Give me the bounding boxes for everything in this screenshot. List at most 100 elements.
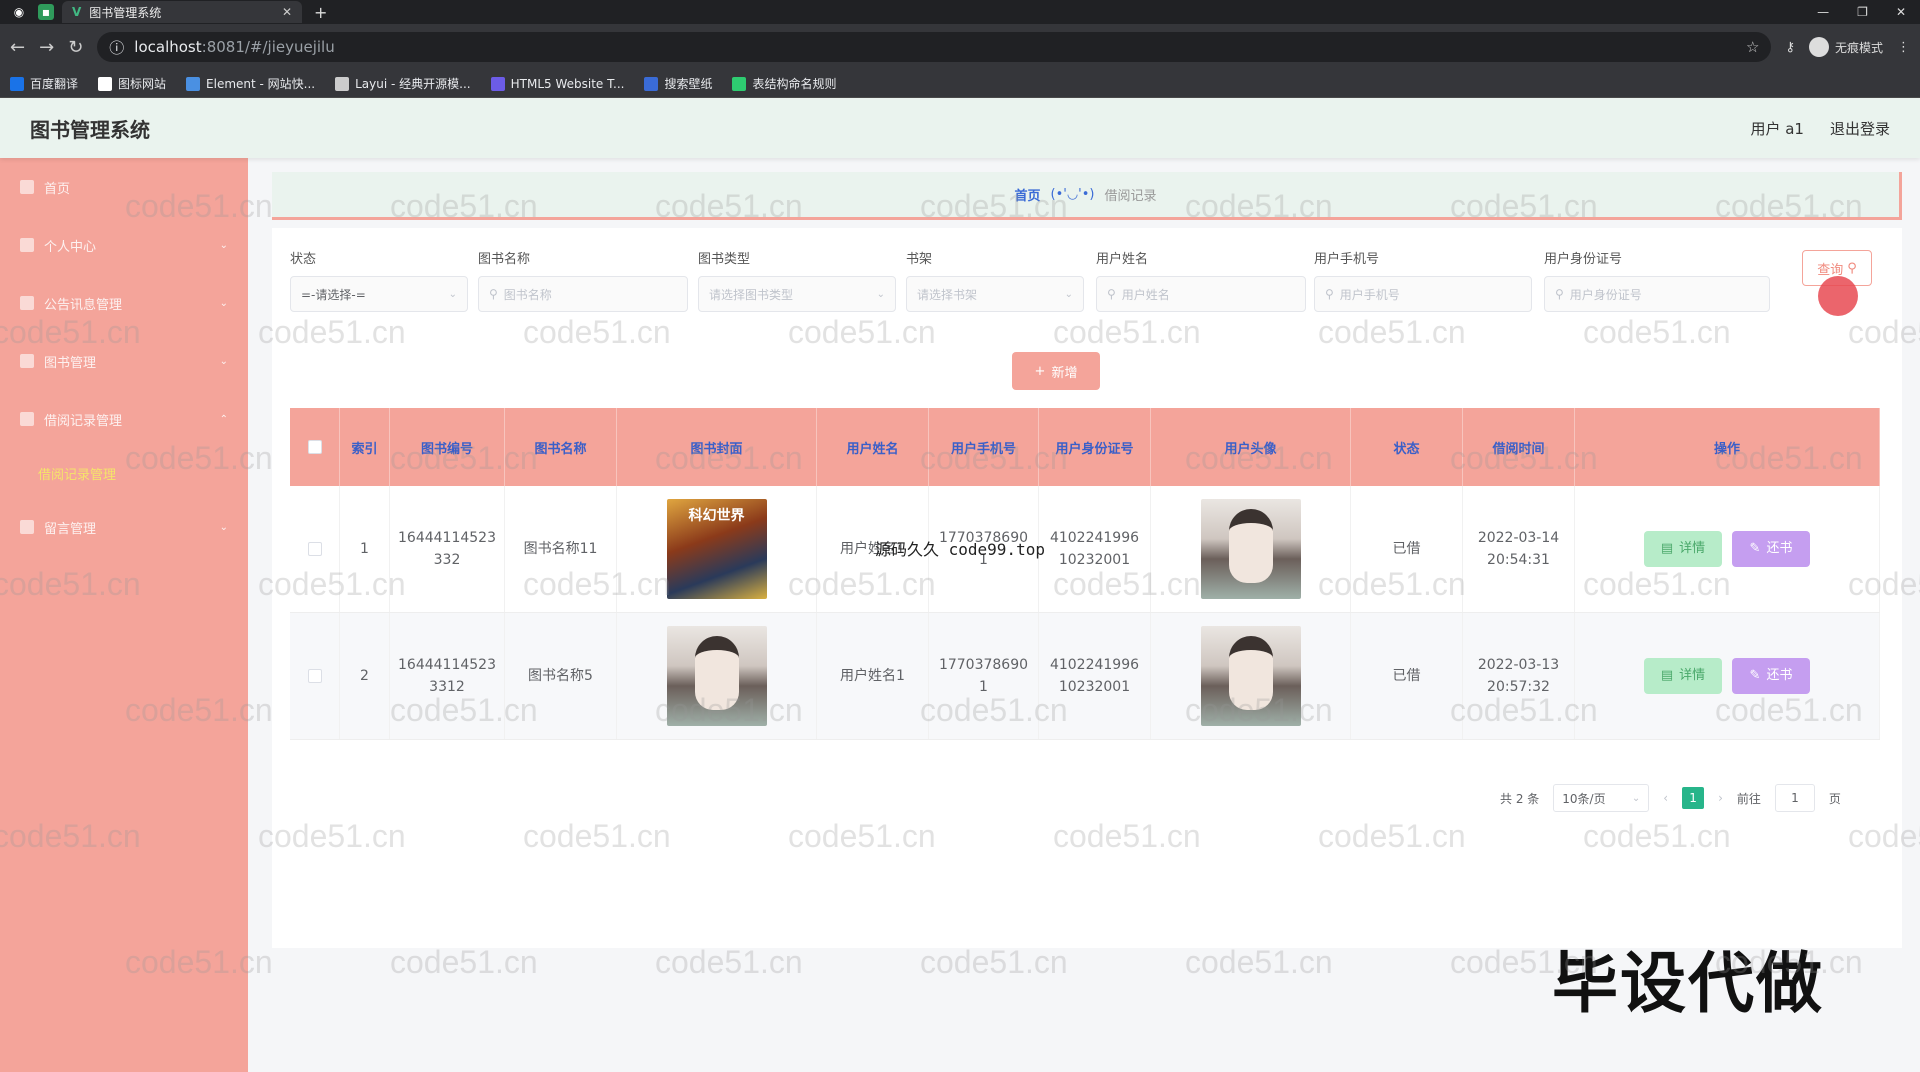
sidebar-item-label: 借阅记录管理 [44, 413, 123, 429]
notice-icon [20, 296, 34, 310]
bookmark-item[interactable]: 图标网站 [98, 75, 166, 92]
cell-phone: 1770378690 1 [929, 613, 1039, 739]
table-row: 1 16444114523 332 图书名称11 科幻世界 用户姓名1 1770… [290, 486, 1880, 613]
user-phone-input[interactable]: ⚲ 用户手机号 [1314, 276, 1532, 312]
select-all-checkbox[interactable] [307, 440, 322, 454]
bookmark-item[interactable]: 搜索壁纸 [644, 75, 712, 92]
sidebar-item-messages[interactable]: 留言管理 ⌄ [0, 498, 248, 556]
bookmark-item[interactable]: Element - 网站快... [186, 75, 315, 92]
prev-page-icon[interactable]: ‹ [1663, 791, 1668, 805]
home-icon [20, 180, 34, 194]
return-button[interactable]: ✎ 还书 [1732, 658, 1810, 694]
cell-time: 2022-03-13 20:57:32 [1463, 613, 1575, 739]
app-tab-icon[interactable]: ▪ [38, 4, 54, 20]
bookmark-icon [644, 76, 659, 91]
bookmark-item[interactable]: Layui - 经典开源模... [335, 75, 471, 92]
row-checkbox[interactable] [307, 542, 322, 556]
user-id-input[interactable]: ⚲ 用户身份证号 [1544, 276, 1770, 312]
back-icon[interactable]: ← [10, 37, 25, 58]
next-page-icon[interactable]: › [1718, 791, 1723, 805]
status-select[interactable]: =-请选择-= ⌄ [290, 276, 468, 312]
new-tab-icon[interactable]: + [314, 3, 327, 22]
key-icon[interactable]: ⚷ [1785, 40, 1795, 55]
more-menu-icon[interactable]: ⋮ [1897, 40, 1910, 55]
column-header[interactable]: 图书编号 [390, 408, 505, 486]
shelf-select[interactable]: 请选择书架 ⌄ [906, 276, 1084, 312]
bookmark-star-icon[interactable]: ☆ [1746, 38, 1759, 56]
url-host: localhost [134, 38, 202, 56]
restore-icon[interactable]: ❐ [1857, 5, 1868, 19]
goto-page-input[interactable]: 1 [1774, 784, 1815, 812]
sidebar-item-label: 个人中心 [44, 239, 97, 255]
minimize-icon[interactable]: — [1817, 5, 1829, 19]
edit-icon: ✎ [1749, 668, 1761, 683]
incognito-indicator[interactable]: 无痕模式 [1808, 37, 1883, 57]
bookmark-label: Element - 网站快... [206, 77, 316, 91]
filter-status: 状态 =-请选择-= ⌄ [290, 248, 468, 312]
address-bar: ← → ↻ ⓘ localhost:8081/#/jieyuejilu ☆ ⚷ … [0, 24, 1920, 70]
sidebar: 首页 个人中心 ⌄ 公告讯息管理 ⌄ 图书管理 ⌄ 借阅记录管理 ⌃ 借阅记录管… [0, 158, 248, 1072]
forward-icon[interactable]: → [39, 37, 54, 58]
bookmark-item[interactable]: HTML5 Website T... [490, 76, 624, 91]
chevron-down-icon: ⌄ [219, 239, 228, 251]
filter-user-name: 用户姓名 ⚲ 用户姓名 [1096, 248, 1306, 312]
column-header[interactable]: 图书封面 [617, 408, 817, 486]
detail-button[interactable]: ▤ 详情 [1644, 658, 1722, 694]
reload-icon[interactable]: ↻ [68, 37, 83, 58]
page-size-select[interactable]: 10条/页 ⌄ [1553, 784, 1650, 812]
column-header[interactable]: 借阅时间 [1463, 408, 1575, 486]
column-header[interactable]: 图书名称 [505, 408, 617, 486]
chevron-down-icon: ⌄ [1064, 288, 1073, 300]
user-avatar-image [1200, 626, 1301, 726]
incognito-icon [1808, 37, 1829, 57]
bookmark-item[interactable]: 表结构命名规则 [732, 75, 836, 92]
bookmark-label: 表结构命名规则 [752, 77, 837, 91]
row-checkbox[interactable] [307, 669, 322, 683]
book-name-input[interactable]: ⚲ 图书名称 [478, 276, 688, 312]
user-avatar-image [1200, 499, 1301, 599]
column-header[interactable]: 索引 [340, 408, 390, 486]
search-icon: ⚲ [1325, 287, 1334, 301]
cell-id-no: 4102241996 10232001 [1039, 486, 1151, 612]
chrome-icon[interactable]: ◉ [8, 1, 30, 23]
search-icon: ⚲ [1107, 287, 1116, 301]
close-window-icon[interactable]: ✕ [1896, 5, 1906, 19]
sidebar-item-label: 留言管理 [44, 521, 97, 537]
search-icon: ⚲ [1847, 260, 1857, 276]
browser-tab[interactable]: V 图书管理系统 ✕ [62, 1, 302, 23]
sidebar-subitem-records[interactable]: 借阅记录管理 [0, 448, 248, 498]
sidebar-item-label: 公告讯息管理 [44, 297, 123, 313]
url-input[interactable]: ⓘ localhost:8081/#/jieyuejilu ☆ [97, 32, 1772, 62]
bookmark-label: 搜索壁纸 [664, 77, 713, 91]
info-icon[interactable]: ⓘ [109, 37, 124, 58]
url-path: :8081/#/jieyuejilu [201, 38, 335, 56]
tab-close-icon[interactable]: ✕ [282, 5, 292, 19]
column-header[interactable]: 用户头像 [1151, 408, 1351, 486]
user-name-input[interactable]: ⚲ 用户姓名 [1096, 276, 1306, 312]
sidebar-item-profile[interactable]: 个人中心 ⌄ [0, 216, 248, 274]
document-icon: ▤ [1660, 668, 1674, 683]
sidebar-item-notice[interactable]: 公告讯息管理 ⌄ [0, 274, 248, 332]
page-number[interactable]: 1 [1682, 787, 1705, 809]
detail-button[interactable]: ▤ 详情 [1644, 531, 1722, 567]
logout-link[interactable]: 退出登录 [1830, 118, 1890, 139]
app-header: 图书管理系统 用户 a1 退出登录 [0, 98, 1920, 158]
promo-text: 毕设代做 [1552, 945, 1824, 1022]
cell-time: 2022-03-14 20:54:31 [1463, 486, 1575, 612]
overlay-watermark-text: 源码久久 code99.top [875, 540, 1045, 559]
return-button[interactable]: ✎ 还书 [1732, 531, 1810, 567]
column-header[interactable]: 用户姓名 [817, 408, 929, 486]
sidebar-item-books[interactable]: 图书管理 ⌄ [0, 332, 248, 390]
sidebar-item-home[interactable]: 首页 [0, 158, 248, 216]
column-header[interactable]: 状态 [1351, 408, 1463, 486]
chevron-down-icon: ⌄ [448, 288, 457, 300]
content-panel: 状态 =-请选择-= ⌄ 图书名称 ⚲ 图书名称 图书类型 请选择图书类型 ⌄ [272, 228, 1902, 948]
column-header[interactable]: 用户身份证号 [1039, 408, 1151, 486]
add-button[interactable]: + 新增 [1012, 352, 1100, 390]
bookmark-item[interactable]: 百度翻译 [10, 75, 78, 92]
breadcrumb-home[interactable]: 首页 [1014, 185, 1040, 204]
sidebar-item-records[interactable]: 借阅记录管理 ⌃ [0, 390, 248, 448]
chevron-up-icon: ⌃ [219, 413, 228, 425]
book-type-select[interactable]: 请选择图书类型 ⌄ [698, 276, 896, 312]
column-header[interactable]: 用户手机号 [929, 408, 1039, 486]
